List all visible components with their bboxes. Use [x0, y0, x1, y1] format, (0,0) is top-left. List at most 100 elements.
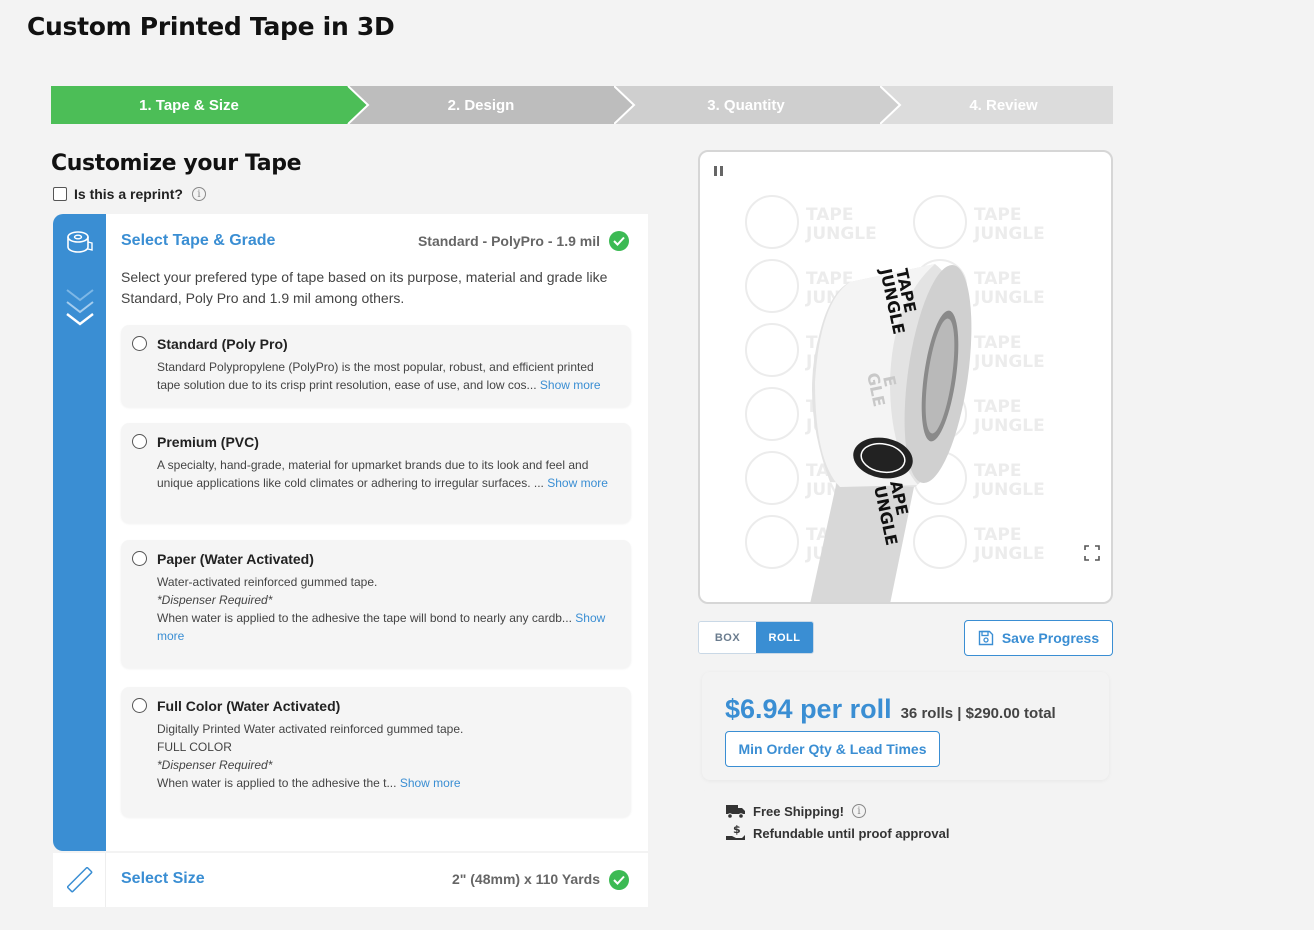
watermark-logo — [913, 515, 967, 569]
watermark-text: TAPE — [974, 525, 1022, 545]
show-more-link[interactable]: Show more — [540, 378, 601, 392]
watermark-text: TAPE — [974, 269, 1022, 289]
order-total: 36 rolls | $290.00 total — [900, 705, 1056, 722]
min-order-button[interactable]: Min Order Qty & Lead Times — [725, 731, 940, 767]
expand-icon[interactable] — [1083, 544, 1101, 562]
view-toggle: BOX ROLL — [698, 621, 814, 654]
roll-view-button[interactable]: ROLL — [756, 622, 813, 653]
reprint-checkbox[interactable] — [53, 187, 67, 201]
check-icon — [609, 870, 629, 890]
refund-label: Refundable until proof approval — [753, 825, 950, 841]
step-design[interactable]: 2. Design — [348, 86, 638, 124]
tape-grade-selected: Standard - PolyPro - 1.9 mil — [417, 233, 600, 249]
size-rail — [53, 853, 106, 907]
watermark-text: JUNGLE — [973, 544, 1045, 564]
option-premium[interactable]: Premium (PVC) A specialty, hand-grade, m… — [121, 423, 631, 523]
tape-roll-icon — [67, 231, 93, 253]
option-description: Digitally Printed Water activated reinfo… — [157, 720, 619, 792]
price-card: $6.94 per roll 36 rolls | $290.00 total … — [702, 672, 1109, 780]
watermark-logo — [745, 515, 799, 569]
customize-title: Customize your Tape — [51, 151, 302, 176]
watermark-logo — [745, 451, 799, 505]
tape-grade-description: Select your prefered type of tape based … — [121, 269, 608, 306]
step-label: 4. Review — [969, 96, 1038, 114]
chevron-down-icon[interactable] — [63, 286, 97, 332]
option-text: Water-activated reinforced gummed tape. — [157, 575, 378, 589]
tape-grade-title[interactable]: Select Tape & Grade — [121, 232, 275, 250]
option-text: Standard Polypropylene (PolyPro) is the … — [157, 360, 594, 392]
option-radio[interactable] — [132, 551, 147, 566]
reprint-label: Is this a reprint? — [74, 186, 183, 202]
watermark-text: JUNGLE — [973, 480, 1045, 500]
show-more-link[interactable]: Show more — [547, 476, 608, 490]
option-note: *Dispenser Required* — [157, 758, 273, 772]
ruler-icon — [67, 867, 93, 893]
save-icon — [978, 630, 994, 646]
option-text: A specialty, hand-grade, material for up… — [157, 458, 589, 490]
truck-icon — [726, 805, 745, 819]
watermark-logo — [745, 259, 799, 313]
watermark-text: TAPE — [974, 397, 1022, 417]
step-label: 2. Design — [447, 96, 515, 114]
watermark-logo — [745, 195, 799, 249]
option-title: Full Color (Water Activated) — [157, 698, 341, 714]
option-radio[interactable] — [132, 698, 147, 713]
option-text: When water is applied to the adhesive th… — [157, 611, 572, 625]
watermark-logo — [745, 387, 799, 441]
step-tape-size[interactable]: 1. Tape & Size — [51, 86, 371, 124]
option-paper[interactable]: Paper (Water Activated) Water-activated … — [121, 540, 631, 668]
option-description: Water-activated reinforced gummed tape. … — [157, 573, 619, 645]
watermark-text: JUNGLE — [973, 352, 1045, 372]
size-selected: 2" (48mm) x 110 Yards — [451, 871, 600, 887]
option-description: A specialty, hand-grade, material for up… — [157, 456, 619, 492]
info-icon[interactable]: i — [852, 804, 866, 818]
free-shipping-label: Free Shipping! — [753, 803, 844, 819]
tape-3d-viewer[interactable]: TAPEJUNGLETAPEJUNGLETAPEJUNGLETAPEJUNGLE… — [698, 150, 1113, 604]
option-title: Premium (PVC) — [157, 434, 259, 450]
watermark-text: JUNGLE — [973, 288, 1045, 308]
check-icon — [609, 231, 629, 251]
option-title: Standard (Poly Pro) — [157, 336, 288, 352]
step-label: 3. Quantity — [707, 96, 785, 114]
page-title: Custom Printed Tape in 3D — [27, 12, 395, 41]
option-full-color[interactable]: Full Color (Water Activated) Digitally P… — [121, 687, 631, 817]
watermark-text: JUNGLE — [973, 224, 1045, 244]
save-progress-button[interactable]: Save Progress — [964, 620, 1113, 656]
step-quantity[interactable]: 3. Quantity — [614, 86, 904, 124]
free-shipping-row: Free Shipping! i — [725, 802, 866, 820]
svg-text:$: $ — [733, 824, 741, 836]
option-title: Paper (Water Activated) — [157, 551, 314, 567]
watermark-logo — [745, 323, 799, 377]
size-title[interactable]: Select Size — [121, 870, 205, 888]
watermark-text: TAPE — [974, 205, 1022, 225]
reprint-checkbox-row[interactable]: Is this a reprint? i — [53, 186, 206, 202]
option-text: When water is applied to the adhesive th… — [157, 776, 397, 790]
watermark-logo — [913, 195, 967, 249]
watermark-text: JUNGLE — [973, 416, 1045, 436]
watermark-text: TAPE — [806, 205, 854, 225]
refund-row: $ Refundable until proof approval — [725, 824, 949, 842]
tape-render: TAPEJUNGLETAPEJUNGLETAPEJUNGLETAPEJUNGLE… — [745, 195, 1045, 602]
unit-price: $6.94 per roll — [725, 694, 892, 724]
money-hand-icon: $ — [726, 824, 745, 840]
watermark-text: TAPE — [974, 333, 1022, 353]
save-progress-label: Save Progress — [1001, 630, 1100, 646]
watermark-text: JUNGLE — [805, 224, 877, 244]
step-review[interactable]: 4. Review — [880, 86, 1113, 124]
progress-steps: 1. Tape & Size 2. Design 3. Quantity 4. … — [51, 86, 1113, 124]
box-view-button[interactable]: BOX — [699, 622, 756, 653]
option-standard[interactable]: Standard (Poly Pro) Standard Polypropyle… — [121, 325, 631, 407]
watermark-text: TAPE — [974, 461, 1022, 481]
option-text: FULL COLOR — [157, 740, 232, 754]
show-more-link[interactable]: Show more — [400, 776, 461, 790]
option-note: *Dispenser Required* — [157, 593, 273, 607]
panel-rail — [53, 214, 106, 851]
size-section[interactable]: Select Size 2" (48mm) x 110 Yards — [53, 853, 648, 907]
option-radio[interactable] — [132, 336, 147, 351]
option-radio[interactable] — [132, 434, 147, 449]
option-description: Standard Polypropylene (PolyPro) is the … — [157, 358, 619, 394]
shipping-card: Free Shipping! i $ Refundable until proo… — [702, 788, 1109, 858]
info-icon[interactable]: i — [191, 187, 206, 201]
step-label: 1. Tape & Size — [139, 96, 239, 114]
tape-grade-panel: Select Tape & Grade Standard - PolyPro -… — [53, 214, 648, 851]
